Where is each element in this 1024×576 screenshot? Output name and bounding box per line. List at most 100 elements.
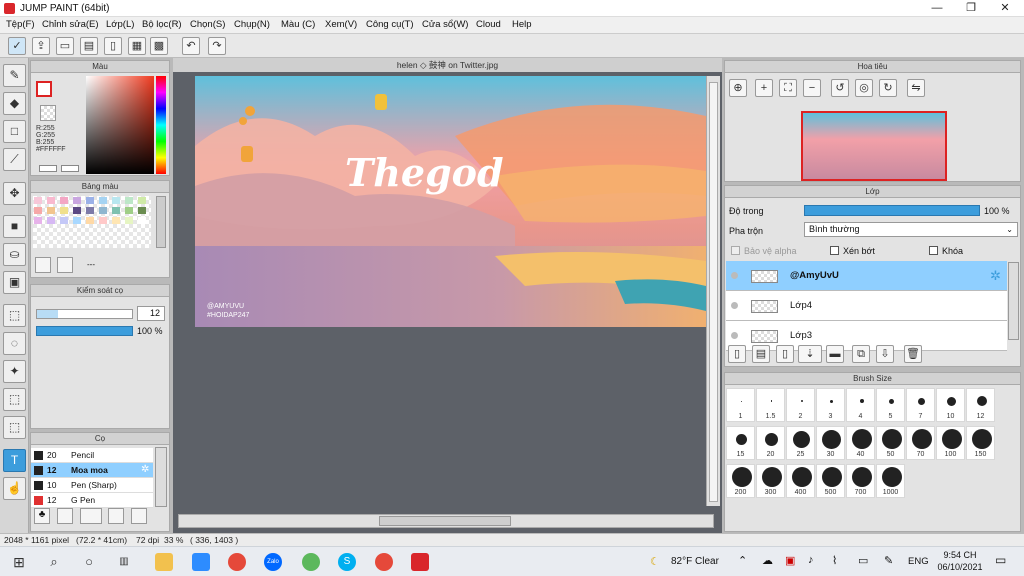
hand-tool-icon[interactable]: ☝	[3, 477, 26, 500]
chrome-2-icon[interactable]	[375, 553, 393, 571]
canvas-vertical-scrollbar[interactable]	[706, 76, 720, 506]
new-layer-icon[interactable]: ▯	[728, 345, 746, 363]
layout-icon[interactable]: ✓	[8, 37, 26, 55]
palette-swatch[interactable]	[34, 217, 42, 224]
note-icon[interactable]: ▤	[80, 37, 98, 55]
visibility-icon[interactable]	[731, 332, 738, 339]
zoom-out-icon[interactable]: −	[803, 79, 821, 97]
layer-effect-icon[interactable]: ⇣	[798, 345, 822, 363]
palette-swatch[interactable]	[34, 207, 42, 214]
search-icon[interactable]: ⌕	[45, 553, 63, 571]
pen-settings-icon[interactable]	[108, 508, 124, 524]
menu-filter[interactable]: Bộ lọc(R)	[142, 19, 182, 30]
clipping-checkbox[interactable]	[830, 246, 839, 255]
cloud-icon[interactable]: ☁	[762, 554, 773, 567]
saturation-value-square[interactable]	[86, 76, 154, 174]
palette-swatch[interactable]	[60, 197, 68, 204]
undo-button[interactable]: ↶	[182, 37, 200, 55]
trash-icon[interactable]	[57, 257, 73, 273]
brush-size-cell[interactable]: 2	[786, 388, 815, 422]
tree-icon[interactable]: ♣	[34, 508, 50, 524]
pen-item[interactable]: 10 Pen (Sharp)	[31, 478, 153, 493]
document-icon[interactable]: ▯	[104, 37, 122, 55]
zoom-in-icon[interactable]: +	[755, 79, 773, 97]
reset-view-icon[interactable]: ◎	[855, 79, 873, 97]
visibility-icon[interactable]	[731, 272, 738, 279]
zoom-fit-icon[interactable]: ⊕	[729, 79, 747, 97]
new-palette-icon[interactable]	[35, 257, 51, 273]
menu-file[interactable]: Tệp(F)	[6, 19, 35, 30]
fill-rect-tool-icon[interactable]: ■	[3, 215, 26, 238]
coccoc-icon[interactable]	[302, 553, 320, 571]
palette-swatch[interactable]	[125, 197, 133, 204]
zalo-icon[interactable]: Zalo	[264, 553, 282, 571]
delete-layer-icon[interactable]: 🗑	[904, 345, 922, 363]
language-indicator[interactable]: ENG	[908, 556, 929, 567]
redo-button[interactable]: ↷	[208, 37, 226, 55]
lasso-icon[interactable]: ◌	[3, 332, 26, 355]
text-tool-icon[interactable]: T	[3, 449, 26, 472]
select-rect-icon[interactable]: ⬚	[3, 304, 26, 327]
clock-time[interactable]: 9:54 CH	[940, 550, 980, 560]
brush-size-value[interactable]: 12	[137, 306, 165, 321]
menu-tools[interactable]: Công cụ(T)	[366, 19, 414, 30]
brush-size-cell[interactable]: 700	[846, 464, 875, 498]
palette-swatch[interactable]	[138, 197, 146, 204]
restore-button[interactable]: ❐	[954, 0, 988, 17]
merge-layer-icon[interactable]: ⇩	[876, 345, 894, 363]
blend-mode-select[interactable]: Bình thường ⌄	[804, 222, 1018, 237]
palette-menu[interactable]: ---	[87, 260, 95, 269]
network-icon[interactable]: ⌇	[832, 554, 837, 567]
brush-opacity-slider[interactable]	[36, 326, 133, 336]
clock-date[interactable]: 06/10/2021	[934, 562, 986, 572]
rotate-left-icon[interactable]: ↺	[831, 79, 849, 97]
palette-swatch[interactable]	[112, 197, 120, 204]
menu-capture[interactable]: Chụp(N)	[234, 19, 270, 30]
zoom-icon[interactable]	[192, 553, 210, 571]
background-swatch[interactable]	[40, 105, 56, 121]
menu-edit[interactable]: Chỉnh sửa(E)	[42, 19, 99, 30]
rotate-right-icon[interactable]: ↻	[879, 79, 897, 97]
canvas-tab[interactable]: helen ◇ 鼓神 on Twitter.jpg	[173, 58, 722, 72]
palette-swatch[interactable]	[86, 217, 94, 224]
gear-icon[interactable]: ✲	[990, 268, 1001, 284]
magic-wand-icon[interactable]: ✦	[3, 360, 26, 383]
menu-window[interactable]: Cửa sổ(W)	[422, 19, 468, 30]
brush-size-cell[interactable]: 3	[816, 388, 845, 422]
flip-icon[interactable]: ⇋	[907, 79, 925, 97]
brush-size-cell[interactable]: 4	[846, 388, 875, 422]
protect-alpha-checkbox[interactable]	[731, 246, 740, 255]
palette-swatch[interactable]	[73, 197, 81, 204]
palette-swatch[interactable]	[47, 217, 55, 224]
palette-swatch[interactable]	[73, 217, 81, 224]
skype-icon[interactable]: S	[338, 553, 356, 571]
notification-icon[interactable]: ▭	[995, 553, 1006, 567]
brush-size-cell[interactable]: 1.5	[756, 388, 785, 422]
brush-size-cell[interactable]: 5	[876, 388, 905, 422]
pen-scrollbar[interactable]	[155, 447, 167, 507]
brush-size-cell[interactable]: 40	[846, 426, 875, 460]
comment-icon[interactable]: ▭	[56, 37, 74, 55]
menu-color[interactable]: Màu (C)	[281, 19, 315, 30]
palette-swatch[interactable]	[138, 217, 146, 224]
palette-swatch[interactable]	[125, 217, 133, 224]
menu-view[interactable]: Xem(V)	[325, 19, 357, 30]
new-text-layer-icon[interactable]: ▯	[776, 345, 794, 363]
layer-opacity-slider[interactable]	[804, 205, 980, 216]
pen-item[interactable]: 12 G Pen	[31, 493, 153, 508]
palette-swatch[interactable]	[99, 197, 107, 204]
lock-checkbox[interactable]	[929, 246, 938, 255]
palette-swatch[interactable]	[112, 207, 120, 214]
chevron-up-icon[interactable]: ⌃	[738, 554, 747, 567]
gradient-tool-icon[interactable]: ▣	[3, 271, 26, 294]
pen-menu-icon[interactable]	[80, 508, 102, 524]
new-raster-layer-icon[interactable]: ▤	[752, 345, 770, 363]
menu-layer[interactable]: Lớp(L)	[106, 19, 134, 30]
brush-size-cell[interactable]: 20	[756, 426, 785, 460]
shape-tool-icon[interactable]: □	[3, 120, 26, 143]
antivirus-icon[interactable]: ▣	[785, 554, 795, 567]
export-icon[interactable]: ⇪	[32, 37, 50, 55]
folder-icon[interactable]: ▬	[826, 345, 844, 363]
select-eraser-icon[interactable]: ⬚	[3, 416, 26, 439]
canvas-horizontal-scrollbar[interactable]	[178, 514, 714, 528]
